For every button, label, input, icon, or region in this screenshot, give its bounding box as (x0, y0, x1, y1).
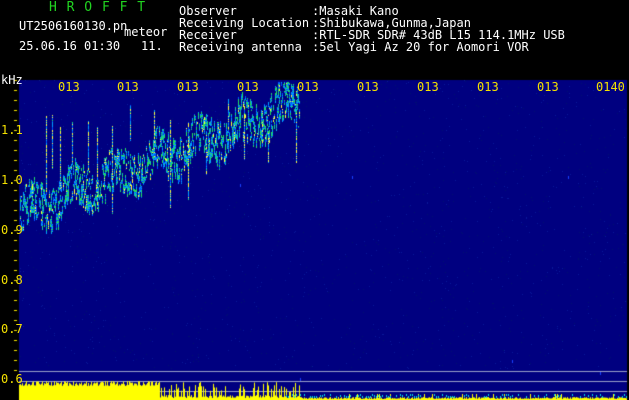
time-tick-label: 013 (537, 80, 559, 94)
file-name: UT2506160130.pn (19, 19, 128, 33)
freq-tick-label: 1.0 (1, 173, 23, 187)
freq-unit-label: kHz (1, 73, 23, 87)
time-tick-label: 0140 (596, 80, 625, 94)
time-tick-label: 013 (297, 80, 319, 94)
time-tick-label: 013 (357, 80, 379, 94)
time-tick-label: 013 (58, 80, 80, 94)
freq-tick-label: 0.9 (1, 223, 23, 237)
extra-value: 11. (141, 39, 163, 53)
freq-tick-label: 0.7 (1, 322, 23, 336)
time-tick-label: 013 (117, 80, 139, 94)
time-tick-label: 013 (237, 80, 259, 94)
freq-tick-label: 0.6 (1, 372, 23, 386)
date-time: 25.06.16 01:30 (19, 39, 121, 53)
spectrogram-canvas (0, 0, 629, 400)
app-title: H R O F F T (49, 0, 147, 15)
info-label-antenna: Receiving antenna (179, 40, 302, 54)
time-tick-label: 013 (477, 80, 499, 94)
freq-tick-label: 0.8 (1, 273, 23, 287)
info-value-antenna: :5el Yagi Az 20 for Aomori VOR (312, 40, 529, 54)
time-tick-label: 013 (177, 80, 199, 94)
time-tick-label: 013 (417, 80, 439, 94)
file-suffix: meteor (124, 25, 168, 39)
freq-tick-label: 1.1 (1, 123, 23, 137)
hrofft-screen: H R O F F T UT2506160130.pn meteor 25.06… (0, 0, 629, 400)
